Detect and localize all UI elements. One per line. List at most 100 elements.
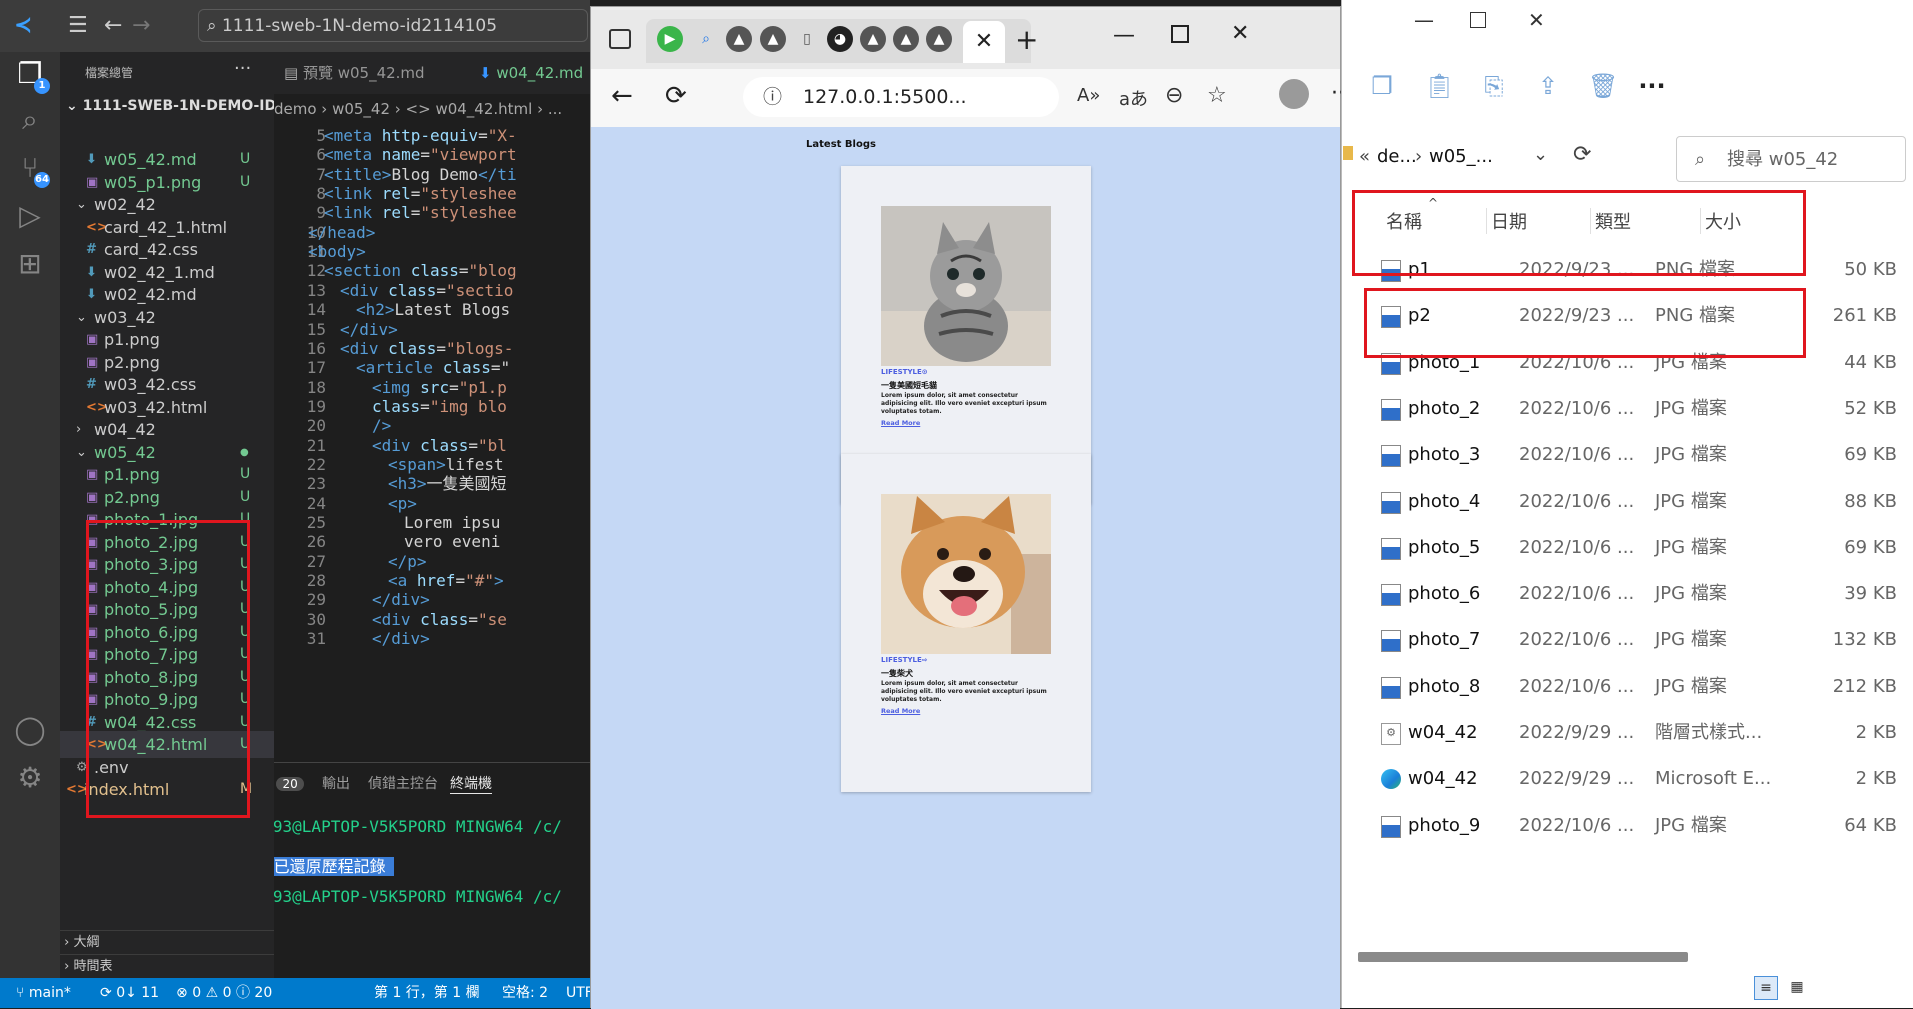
tab-actions-icon[interactable] <box>609 29 631 49</box>
file-row[interactable]: w04_42 2022/9/29 ... Microsoft E... 2 KB <box>1343 757 1905 801</box>
live-server-tab-icon[interactable]: ▶ <box>657 26 683 52</box>
problems-status[interactable]: ⊗ 0 ⚠ 0 ⓘ 20 <box>176 978 272 1008</box>
tab-icon-2[interactable]: ▲ <box>760 26 786 52</box>
file-size: 132 KB <box>1832 629 1897 651</box>
extensions-icon[interactable]: ⊞ <box>12 246 48 282</box>
indentation[interactable]: 空格: 2 <box>502 978 548 1008</box>
outline-section[interactable]: › 大綱 <box>60 930 274 955</box>
share-icon[interactable]: ⇪ <box>1534 72 1562 100</box>
paste-icon[interactable]: 📋︎ <box>1424 72 1454 100</box>
run-debug-icon[interactable]: ▷ <box>12 198 48 234</box>
annotation-red-box-png <box>1352 190 1806 276</box>
file-row[interactable]: photo_8 2022/10/6 ... JPG 檔案 212 KB <box>1343 665 1905 709</box>
file-row[interactable]: photo_6 2022/10/6 ... JPG 檔案 39 KB <box>1343 572 1905 616</box>
tab-problems[interactable]: 問題 20 <box>274 773 304 793</box>
breadcrumb-segment[interactable]: w05_... <box>1429 146 1493 167</box>
file-row[interactable]: photo_9 2022/10/6 ... JPG 檔案 64 KB <box>1343 804 1905 848</box>
outline-timeline-panels: › 大綱 › 時間表 <box>60 930 274 978</box>
forward-arrow-icon[interactable]: → <box>132 14 150 38</box>
tab-icon-5[interactable]: ▲ <box>926 26 952 52</box>
zoom-out-icon[interactable]: ⊖ <box>1165 83 1183 108</box>
code-token: "blog <box>468 261 517 281</box>
file-type: 階層式樣式... <box>1655 722 1763 743</box>
tab-icon-4[interactable]: ▲ <box>893 26 919 52</box>
account-icon[interactable]: ◯ <box>12 712 48 748</box>
menu-icon[interactable]: ☰ <box>68 14 88 38</box>
file-row[interactable]: photo_7 2022/10/6 ... JPG 檔案 132 KB <box>1343 618 1905 662</box>
image-file-icon <box>1381 398 1401 421</box>
code-token: </div> <box>372 590 430 610</box>
address-bar[interactable]: ⓘ 127.0.0.1:5500... <box>743 77 1059 117</box>
delete-icon[interactable]: 🗑︎ <box>1588 72 1618 100</box>
maximize-icon[interactable] <box>1171 25 1189 43</box>
tab-debug-console[interactable]: 偵錯主控台 <box>368 773 438 793</box>
refresh-icon[interactable]: ⟳ <box>1573 142 1591 167</box>
file-row[interactable]: photo_4 2022/10/6 ... JPG 檔案 88 KB <box>1343 480 1905 524</box>
github-tab-icon[interactable]: ◕ <box>827 26 853 52</box>
copy-icon[interactable]: ❐ <box>1368 72 1396 100</box>
tiles-view-icon[interactable]: ▦ <box>1786 976 1808 998</box>
explorer-files-icon[interactable]: ❐ 1 <box>12 56 50 94</box>
cursor-position[interactable]: 第 1 行，第 1 欄 <box>374 978 480 1008</box>
file-row[interactable]: photo_5 2022/10/6 ... JPG 檔案 69 KB <box>1343 526 1905 570</box>
new-tab-icon[interactable]: + <box>1015 23 1038 56</box>
read-more-link[interactable]: Read More <box>881 707 920 715</box>
details-view-icon[interactable]: ≡ <box>1754 976 1778 1000</box>
chevron-down-icon[interactable]: ⌄ <box>1533 144 1548 165</box>
tab-preview-w05-42-md[interactable]: ▤ 預覽 w05_42.md <box>284 52 425 94</box>
file-size: 50 KB <box>1844 259 1897 280</box>
status-bar: ⑂ main* ⟳ 0↓ 11 ⊗ 0 ⚠ 0 ⓘ 20 第 1 行，第 1 欄… <box>0 978 590 1008</box>
close-window-icon[interactable]: ✕ <box>1528 8 1545 32</box>
code-token: = <box>436 338 446 358</box>
file-row[interactable]: ⚙ w04_42 2022/9/29 ... 階層式樣式... 2 KB <box>1343 711 1905 755</box>
tab-icon-3[interactable]: ▲ <box>860 26 886 52</box>
source-control-icon[interactable]: ⑂ 64 <box>12 150 50 188</box>
translate-icon[interactable]: aあ <box>1119 85 1148 111</box>
file-size: 69 KB <box>1844 444 1897 466</box>
back-arrow-icon[interactable]: ← <box>104 14 122 38</box>
git-branch[interactable]: ⑂ main* <box>16 978 71 1008</box>
chevron-right-icon: › <box>60 959 74 974</box>
tab-terminal[interactable]: 終端機 <box>450 773 492 794</box>
read-aloud-icon[interactable]: A» <box>1077 85 1100 106</box>
file-row[interactable]: photo_2 2022/10/6 ... JPG 檔案 52 KB <box>1343 387 1905 431</box>
minimize-icon[interactable]: — <box>1414 8 1434 32</box>
document-tab-icon[interactable]: ▯ <box>794 26 820 52</box>
breadcrumb-segment[interactable]: de... <box>1377 146 1417 167</box>
settings-gear-icon[interactable]: ⚙ <box>12 760 48 796</box>
search-box[interactable]: ⌕ 搜尋 w05_42 <box>1676 136 1906 182</box>
close-window-icon[interactable]: ✕ <box>1231 21 1249 46</box>
error-icon: ⊗ <box>176 985 193 1001</box>
more-options-icon[interactable]: ··· <box>1638 72 1666 100</box>
code-token: <body> <box>308 242 366 262</box>
code-token: "p1.p <box>458 377 507 397</box>
file-row[interactable]: photo_3 2022/10/6 ... JPG 檔案 69 KB <box>1343 433 1905 477</box>
code-editor[interactable]: 5 <meta http-equiv="X- 6 <meta name="viewpo… <box>274 124 590 761</box>
git-sync[interactable]: ⟳ 0↓ 11 <box>100 978 159 1008</box>
horizontal-scrollbar[interactable] <box>1358 952 1688 962</box>
timeline-section[interactable]: › 時間表 <box>60 954 274 979</box>
close-tab-icon[interactable]: ✕ <box>963 21 1005 63</box>
tab-w04-42-md[interactable]: ⬇ w04_42.md <box>479 52 583 94</box>
tab-icon-1[interactable]: ▲ <box>726 26 752 52</box>
rename-icon[interactable]: ⎘ <box>1480 72 1508 100</box>
code-token: "styleshee <box>420 184 517 204</box>
encoding[interactable]: UTF <box>566 978 590 1008</box>
search-tab-icon[interactable]: ⌕ <box>693 26 719 52</box>
tab-output[interactable]: 輸出 <box>322 773 350 793</box>
read-more-link[interactable]: Read More <box>881 419 920 427</box>
more-actions-icon[interactable]: ··· <box>234 58 251 79</box>
profile-avatar[interactable] <box>1279 79 1309 109</box>
search-icon[interactable]: ⌕ <box>12 102 48 138</box>
refresh-icon[interactable]: ⟳ <box>665 81 687 111</box>
favorite-add-icon[interactable]: ☆ <box>1207 83 1227 108</box>
maximize-icon[interactable] <box>1470 12 1486 28</box>
command-center-search[interactable]: ⌕ 1111-sweb-1N-demo-id2114105 <box>198 9 588 42</box>
workspace-root-folder[interactable]: ⌄ 1111-SWEB-1N-DEMO-ID2... <box>66 98 274 114</box>
back-arrow-icon[interactable]: ← <box>611 81 633 111</box>
minimize-icon[interactable]: — <box>1113 23 1135 48</box>
file-date: 2022/9/29 ... <box>1519 722 1635 743</box>
image-file-icon <box>1381 584 1401 607</box>
address-breadcrumb[interactable]: « de... › w05_... ⌄ ⟳ <box>1343 138 1673 184</box>
breadcrumb[interactable]: demo › w05_42 › <> w04_42.html › ... <box>274 94 590 124</box>
